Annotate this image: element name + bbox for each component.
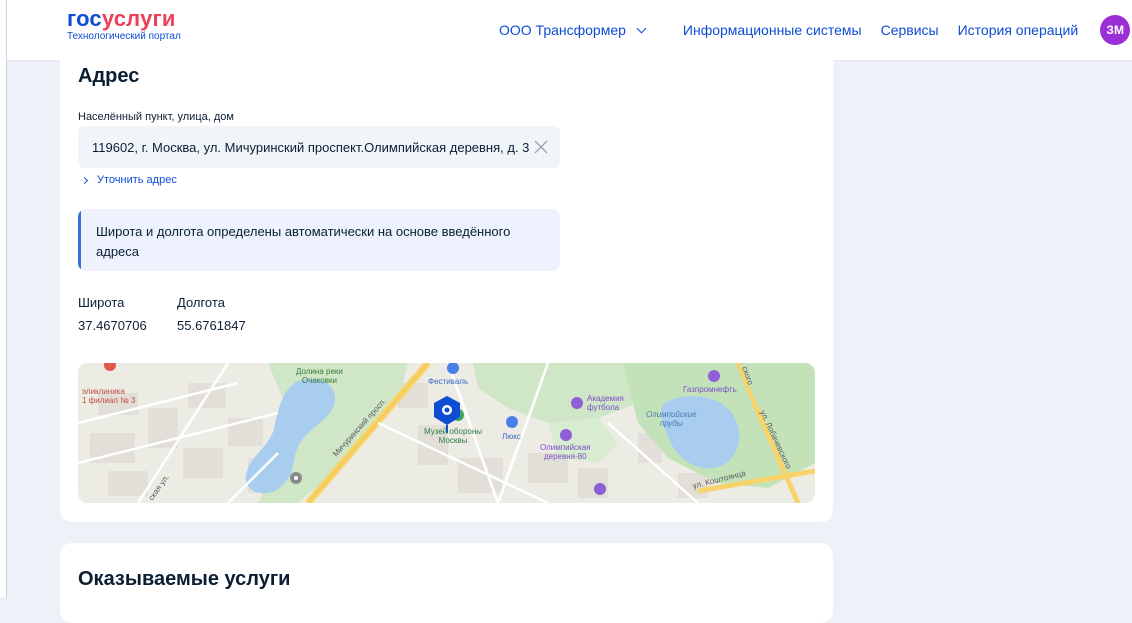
section-title-services: Оказываемые услуги [78, 568, 291, 590]
longitude-label: Долгота [177, 295, 225, 310]
clarify-address-link[interactable]: Уточнить адрес [80, 174, 177, 186]
map-label-ponds: Олимпийские пруды [646, 410, 697, 428]
notice-accent-bar [78, 209, 81, 271]
clarify-address-label: Уточнить адрес [97, 174, 177, 186]
chevron-down-icon [636, 23, 647, 33]
auto-coordinates-notice: Широта и долгота определены автоматическ… [78, 209, 560, 271]
longitude-value: 55.6761847 [177, 318, 246, 333]
avatar: ЗМ [1100, 15, 1131, 45]
gosuslugi-logo[interactable]: госуслуги Технологический портал [67, 6, 181, 43]
logo-subtitle: Технологический портал [67, 31, 181, 42]
user-menu[interactable]: ЗМ [1097, 15, 1132, 45]
location-map[interactable]: эликлиника 1 филиал № 3 Долина реки Очак… [78, 363, 815, 503]
chevron-right-icon [80, 176, 89, 184]
map-label-village: Олимпийская деревня-80 [540, 443, 591, 461]
logo-text-uslugi: услуги [101, 6, 176, 31]
close-icon[interactable] [534, 140, 548, 154]
map-label-academy: Академия футбола [587, 394, 624, 412]
window-left-edge [0, 0, 7, 597]
map-label-museum: Музей обороны Москвы [424, 427, 483, 445]
address-card: Адрес Населённый пункт, улица, дом 11960… [60, 50, 833, 522]
org-switcher[interactable]: ООО Трансформер [499, 22, 647, 38]
map-label-festival: Фестиваль [428, 377, 469, 386]
latitude-label: Широта [78, 295, 125, 310]
map-label-gazprom: Газпромнефть [683, 385, 737, 394]
address-field-label: Населённый пункт, улица, дом [78, 111, 234, 123]
map-label-lux: Люкс [502, 432, 521, 441]
notice-text: Широта и долгота определены автоматическ… [96, 224, 511, 259]
services-card: Оказываемые услуги [60, 543, 833, 623]
address-input[interactable]: 119602, г. Москва, ул. Мичуринский просп… [78, 126, 560, 168]
latitude-value: 37.4670706 [78, 318, 147, 333]
nav-information-systems[interactable]: Информационные системы [683, 22, 862, 38]
map-label-valley: Долина реки Очаковки [296, 367, 343, 385]
org-name: ООО Трансформер [499, 22, 626, 38]
nav-operations-history[interactable]: История операций [958, 22, 1079, 38]
map-label-clinic: эликлиника 1 филиал № 3 [82, 387, 136, 405]
nav-services[interactable]: Сервисы [881, 22, 939, 38]
address-input-value: 119602, г. Москва, ул. Мичуринский просп… [92, 139, 530, 155]
logo-text-gos: гос [67, 6, 102, 31]
section-title-address: Адрес [78, 65, 140, 87]
